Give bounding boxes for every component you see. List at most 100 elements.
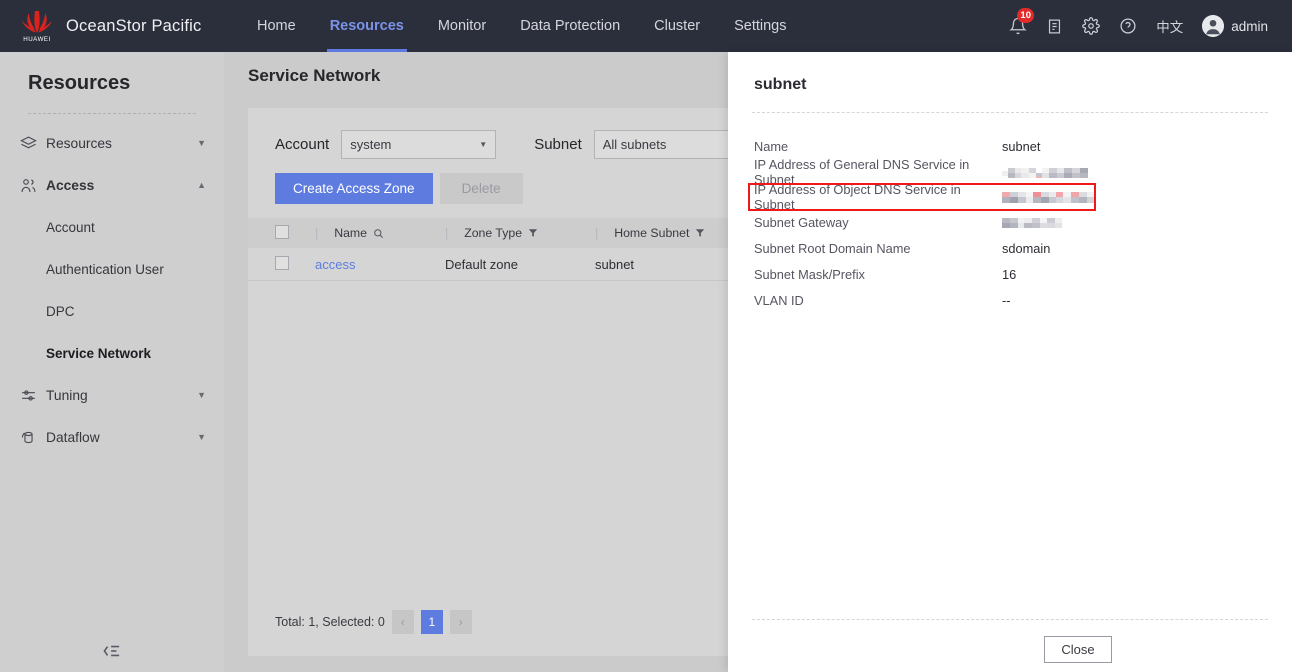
column-name: | Name: [315, 226, 445, 240]
dataflow-icon: [20, 429, 46, 446]
detail-row-subnet-gateway: Subnet Gateway: [754, 209, 1268, 235]
detail-row-name: Name subnet: [754, 133, 1268, 159]
column-zone-type-label: Zone Type: [464, 226, 522, 240]
top-right-actions: 10 中文: [1009, 15, 1292, 37]
pagination-total: Total: 1, Selected: 0: [275, 615, 385, 629]
column-divider: |: [445, 226, 448, 240]
huawei-logo-icon: HUAWEI: [18, 9, 56, 43]
subnet-detail-list: Name subnet IP Address of General DNS Se…: [728, 113, 1292, 313]
sidebar-group-access[interactable]: Access ▲: [0, 164, 224, 206]
sidebar-item-authentication-user[interactable]: Authentication User: [0, 248, 224, 290]
nav-item-cluster[interactable]: Cluster: [637, 0, 717, 52]
detail-value-name: subnet: [1002, 139, 1040, 154]
cell-zone-type: Default zone: [445, 257, 595, 272]
panel-footer-divider: [752, 619, 1268, 620]
pagination-prev[interactable]: ‹: [392, 610, 414, 634]
pagination-next[interactable]: ›: [450, 610, 472, 634]
chevron-down-icon: ▼: [197, 432, 206, 442]
cell-name: access: [315, 257, 445, 272]
filter-icon[interactable]: [528, 228, 538, 238]
column-home-subnet: | Home Subnet: [595, 226, 735, 240]
detail-row-mask-prefix: Subnet Mask/Prefix 16: [754, 261, 1268, 287]
column-name-label: Name: [334, 226, 367, 240]
application-window: HUAWEI OceanStor Pacific Home Resources …: [0, 0, 1292, 672]
sidebar-group-access-label: Access: [46, 178, 197, 193]
create-access-zone-button[interactable]: Create Access Zone: [275, 173, 433, 204]
detail-row-root-domain: Subnet Root Domain Name sdomain: [754, 235, 1268, 261]
detail-value-root-domain: sdomain: [1002, 241, 1050, 256]
sidebar-group-resources-label: Resources: [46, 136, 197, 151]
sidebar: Resources Resources ▼ Access: [0, 52, 224, 672]
bell-icon[interactable]: 10: [1009, 17, 1027, 35]
detail-label-name: Name: [754, 139, 1002, 154]
detail-label-mask-prefix: Subnet Mask/Prefix: [754, 267, 1002, 282]
column-home-subnet-label: Home Subnet: [614, 226, 689, 240]
chevron-down-icon: ▼: [479, 140, 487, 149]
search-icon[interactable]: [373, 228, 384, 239]
document-icon[interactable]: [1046, 18, 1063, 35]
nav-item-settings[interactable]: Settings: [717, 0, 803, 52]
subnet-filter-label: Subnet: [534, 136, 582, 153]
filter-icon[interactable]: [695, 228, 705, 238]
detail-row-vlan-id: VLAN ID --: [754, 287, 1268, 313]
detail-label-vlan-id: VLAN ID: [754, 293, 1002, 308]
notification-badge: 10: [1017, 8, 1034, 23]
redacted-value-subnet-gateway: [1002, 216, 1062, 229]
account-select[interactable]: system ▼: [341, 130, 496, 159]
cell-home-subnet: subnet: [595, 257, 735, 272]
select-all-checkbox[interactable]: [275, 225, 289, 239]
sidebar-group-dataflow-label: Dataflow: [46, 430, 197, 445]
close-button[interactable]: Close: [1044, 636, 1112, 663]
detail-value-mask-prefix: 16: [1002, 267, 1016, 282]
product-name: OceanStor Pacific: [66, 17, 201, 36]
pagination: Total: 1, Selected: 0 ‹ 1 ›: [275, 610, 472, 634]
column-divider: |: [595, 226, 598, 240]
detail-value-vlan-id: --: [1002, 293, 1011, 308]
sidebar-group-resources[interactable]: Resources ▼: [0, 122, 224, 164]
detail-label-object-dns-ip: IP Address of Object DNS Service in Subn…: [754, 182, 1002, 212]
subnet-select[interactable]: All subnets ▼: [594, 130, 744, 159]
redacted-value-general-dns-ip: [1002, 166, 1088, 179]
question-circle-icon[interactable]: [1119, 17, 1137, 35]
sidebar-item-service-network[interactable]: Service Network: [0, 332, 224, 374]
collapse-sidebar-icon[interactable]: [0, 636, 224, 666]
sidebar-title: Resources: [0, 52, 224, 95]
sidebar-group-dataflow[interactable]: Dataflow ▼: [0, 416, 224, 458]
gear-icon[interactable]: [1082, 17, 1100, 35]
detail-label-root-domain: Subnet Root Domain Name: [754, 241, 1002, 256]
top-navigation-bar: HUAWEI OceanStor Pacific Home Resources …: [0, 0, 1292, 52]
sliders-icon: [20, 387, 46, 404]
delete-button: Delete: [440, 173, 523, 204]
nav-item-monitor[interactable]: Monitor: [421, 0, 503, 52]
user-menu[interactable]: admin: [1202, 15, 1268, 37]
subnet-select-value: All subnets: [603, 137, 667, 152]
brand: HUAWEI OceanStor Pacific: [18, 9, 218, 43]
panel-title: subnet: [728, 52, 1292, 94]
nav-item-home[interactable]: Home: [240, 0, 313, 52]
sidebar-group-tuning-label: Tuning: [46, 388, 197, 403]
access-zone-link[interactable]: access: [315, 257, 355, 272]
language-switch[interactable]: 中文: [1156, 16, 1183, 36]
user-avatar-icon: [1202, 15, 1224, 37]
detail-label-subnet-gateway: Subnet Gateway: [754, 215, 1002, 230]
sidebar-divider: [28, 113, 196, 114]
users-icon: [20, 177, 46, 194]
sidebar-item-account[interactable]: Account: [0, 206, 224, 248]
sidebar-group-tuning[interactable]: Tuning ▼: [0, 374, 224, 416]
pagination-page-1[interactable]: 1: [421, 610, 443, 634]
column-divider: |: [315, 226, 318, 240]
nav-item-data-protection[interactable]: Data Protection: [503, 0, 637, 52]
chevron-down-icon: ▼: [197, 390, 206, 400]
row-checkbox[interactable]: [275, 256, 289, 270]
main-nav: Home Resources Monitor Data Protection C…: [240, 0, 804, 52]
account-filter-label: Account: [275, 136, 329, 153]
nav-item-resources[interactable]: Resources: [313, 0, 421, 52]
account-select-value: system: [350, 137, 391, 152]
redacted-value-object-dns-ip: [1002, 191, 1094, 204]
svg-text:HUAWEI: HUAWEI: [23, 36, 51, 43]
column-zone-type: | Zone Type: [445, 226, 595, 240]
select-all-checkbox-cell: [275, 225, 315, 242]
sidebar-item-dpc[interactable]: DPC: [0, 290, 224, 332]
layers-icon: [20, 135, 46, 152]
username-label: admin: [1231, 19, 1268, 34]
